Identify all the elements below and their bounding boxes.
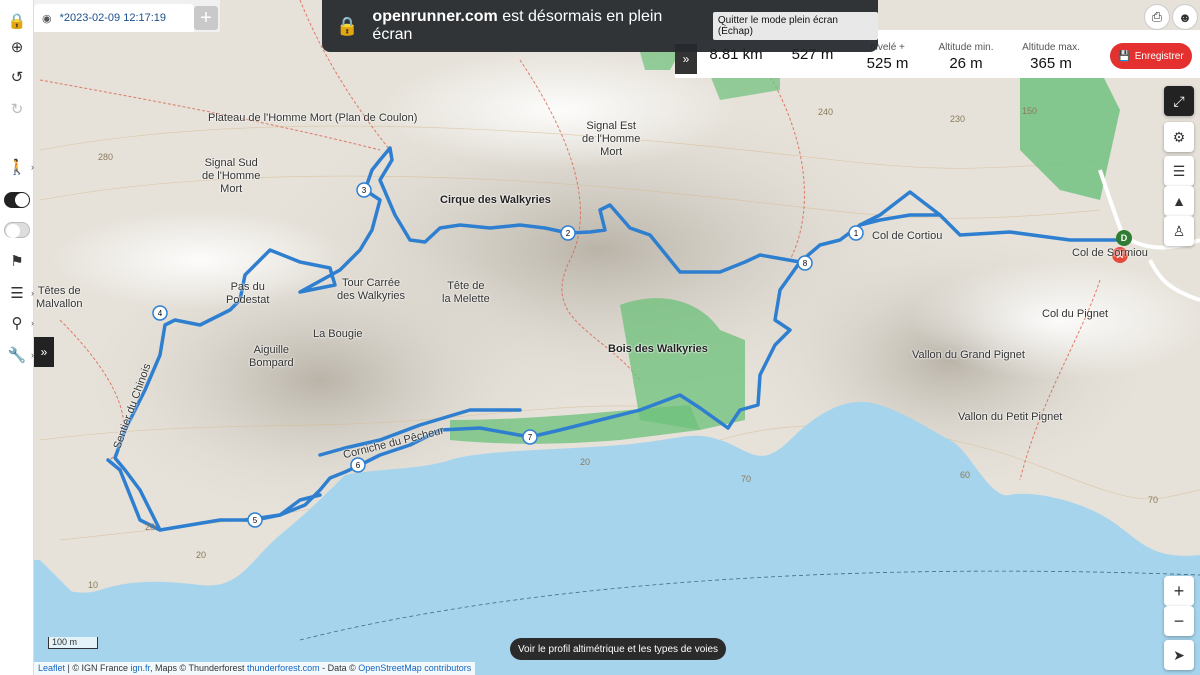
- walk-icon[interactable]: 🚶: [4, 154, 30, 180]
- svg-text:1: 1: [854, 229, 859, 238]
- fullscreen-banner: 🔒 openrunner.com est désormais en plein …: [322, 0, 878, 52]
- attribution: Leaflet | © IGN France ign.fr, Maps © Th…: [34, 662, 476, 675]
- chevron-right-icon: ›: [31, 288, 34, 298]
- zoom-in-icon[interactable]: +: [1164, 576, 1194, 606]
- contour-label: 20: [145, 522, 156, 532]
- label-col-sormiou: Col de Sormiou: [1072, 247, 1148, 259]
- scale-bar: 100 m: [48, 637, 98, 649]
- end-marker[interactable]: D: [1116, 230, 1132, 246]
- left-toolbar: 🔒 ⊕ ↺ ↻ 🚶 › ⚑ ☰ › ⚲ › 🔧 ›: [0, 0, 34, 675]
- route-toggle[interactable]: [4, 192, 30, 208]
- osm-link[interactable]: OpenStreetMap contributors: [358, 663, 471, 673]
- leaflet-link[interactable]: Leaflet: [38, 663, 65, 673]
- contour-label: 20: [580, 457, 591, 467]
- label-vallon-grand: Vallon du Grand Pignet: [912, 349, 1025, 361]
- route-marker-1[interactable]: 1: [848, 225, 864, 241]
- svg-text:3: 3: [362, 186, 367, 195]
- flag-icon[interactable]: ⚑: [4, 248, 30, 274]
- label-tete-melette: Tête de la Melette: [442, 280, 490, 305]
- label-bougie: La Bougie: [313, 328, 363, 340]
- svg-text:D: D: [1121, 233, 1128, 243]
- contour-label: 230: [950, 114, 966, 124]
- stat-altitude-min: Altitude min. 26 m: [938, 42, 994, 72]
- chevron-right-icon: ›: [31, 162, 34, 172]
- elevation-profile-button[interactable]: Voir le profil altimétrique et les types…: [510, 638, 726, 660]
- chevron-right-icon: ›: [31, 318, 34, 328]
- fullscreen-exit-icon[interactable]: ⤢: [1164, 86, 1194, 116]
- route-tab[interactable]: ◉ *2023-02-09 12:17:19: [34, 4, 194, 32]
- stat-altitude-max: Altitude max. 365 m: [1022, 42, 1080, 72]
- contour-label: 280: [98, 152, 114, 162]
- menu-icon[interactable]: ☰: [4, 280, 30, 306]
- label-tour: Tour Carrée des Walkyries: [337, 277, 406, 302]
- tab-bar: ◉ *2023-02-09 12:17:19 +: [34, 0, 220, 32]
- lock-icon: 🔒: [336, 15, 359, 36]
- route-marker-3[interactable]: 3: [356, 182, 372, 198]
- label-signal-est: Signal Est de l'Homme Mort: [582, 120, 641, 158]
- route-marker-8[interactable]: 8: [797, 255, 813, 271]
- label-pas: Pas du Podestat: [226, 281, 270, 306]
- contour-label: 60: [960, 470, 971, 480]
- fullscreen-message: openrunner.com est désormais en plein éc…: [372, 8, 663, 43]
- contour-label: 20: [196, 550, 207, 560]
- label-plateau: Plateau de l'Homme Mort (Plan de Coulon): [208, 112, 418, 124]
- undo-icon[interactable]: ↺: [4, 64, 30, 90]
- label-signal-sud: Signal Sud de l'Homme Mort: [202, 157, 261, 195]
- route-marker-5[interactable]: 5: [247, 512, 263, 528]
- label-bois: Bois des Walkyries: [608, 343, 708, 355]
- contour-label: 70: [741, 474, 752, 484]
- save-icon: 💾: [1118, 50, 1131, 62]
- app-root: 1 2 3 4 5 6 7 8 D A Plateau de l'Homme M…: [0, 0, 1200, 675]
- route-tab-title: *2023-02-09 12:17:19: [59, 12, 167, 24]
- wrench-icon[interactable]: 🔧: [4, 342, 30, 368]
- print-icon[interactable]: ⎙: [1144, 4, 1170, 30]
- route-marker-7[interactable]: 7: [522, 429, 538, 445]
- eye-off-toggle[interactable]: [4, 222, 30, 238]
- lock-icon[interactable]: 🔒: [4, 8, 30, 34]
- svg-text:2: 2: [566, 229, 571, 238]
- save-button[interactable]: 💾 Enregistrer: [1110, 43, 1192, 69]
- label-col-pignet: Col du Pignet: [1042, 308, 1109, 320]
- svg-text:8: 8: [803, 259, 808, 268]
- label-vallon-petit: Vallon du Petit Pignet: [958, 411, 1063, 423]
- svg-text:6: 6: [356, 461, 361, 470]
- svg-text:5: 5: [253, 516, 258, 525]
- route-marker-2[interactable]: 2: [560, 225, 576, 241]
- locate-icon[interactable]: ➤: [1164, 640, 1194, 670]
- contour-label: 240: [818, 107, 834, 117]
- eye-icon[interactable]: ◉: [42, 12, 52, 25]
- layers-icon[interactable]: ☰: [1164, 156, 1194, 186]
- user-icon[interactable]: ☻: [1172, 4, 1198, 30]
- label-cirque: Cirque des Walkyries: [440, 194, 551, 206]
- svg-text:7: 7: [528, 433, 533, 442]
- exit-fullscreen-button[interactable]: Quitter le mode plein écran (Échap): [712, 12, 878, 40]
- ign-link[interactable]: ign.fr: [131, 663, 151, 673]
- map-canvas[interactable]: 1 2 3 4 5 6 7 8 D A: [0, 0, 1200, 675]
- expand-panel-button[interactable]: »: [34, 337, 54, 367]
- zoom-out-icon[interactable]: −: [1164, 606, 1194, 636]
- new-tab-button[interactable]: +: [194, 6, 218, 30]
- route-marker-4[interactable]: 4: [152, 305, 168, 321]
- svg-text:4: 4: [158, 309, 163, 318]
- elevation-icon[interactable]: ▲: [1164, 186, 1194, 216]
- pegman-icon[interactable]: ♙: [1164, 216, 1194, 246]
- contour-label: 10: [88, 580, 99, 590]
- gear-icon[interactable]: ⚙: [1164, 122, 1194, 152]
- label-col-cortiou: Col de Cortiou: [872, 230, 943, 242]
- contour-label: 150: [1022, 106, 1038, 116]
- thunderforest-link[interactable]: thunderforest.com: [247, 663, 320, 673]
- redo-icon[interactable]: ↻: [4, 96, 30, 122]
- pin-icon[interactable]: ⚲: [4, 310, 30, 336]
- map[interactable]: 1 2 3 4 5 6 7 8 D A Plateau de l'Homme M…: [0, 0, 1200, 675]
- contour-label: 70: [1148, 495, 1159, 505]
- label-tetes: Têtes de Malvallon: [36, 285, 83, 310]
- label-aiguille: Aiguille Bompard: [249, 344, 294, 369]
- zoom-icon[interactable]: ⊕: [4, 34, 30, 60]
